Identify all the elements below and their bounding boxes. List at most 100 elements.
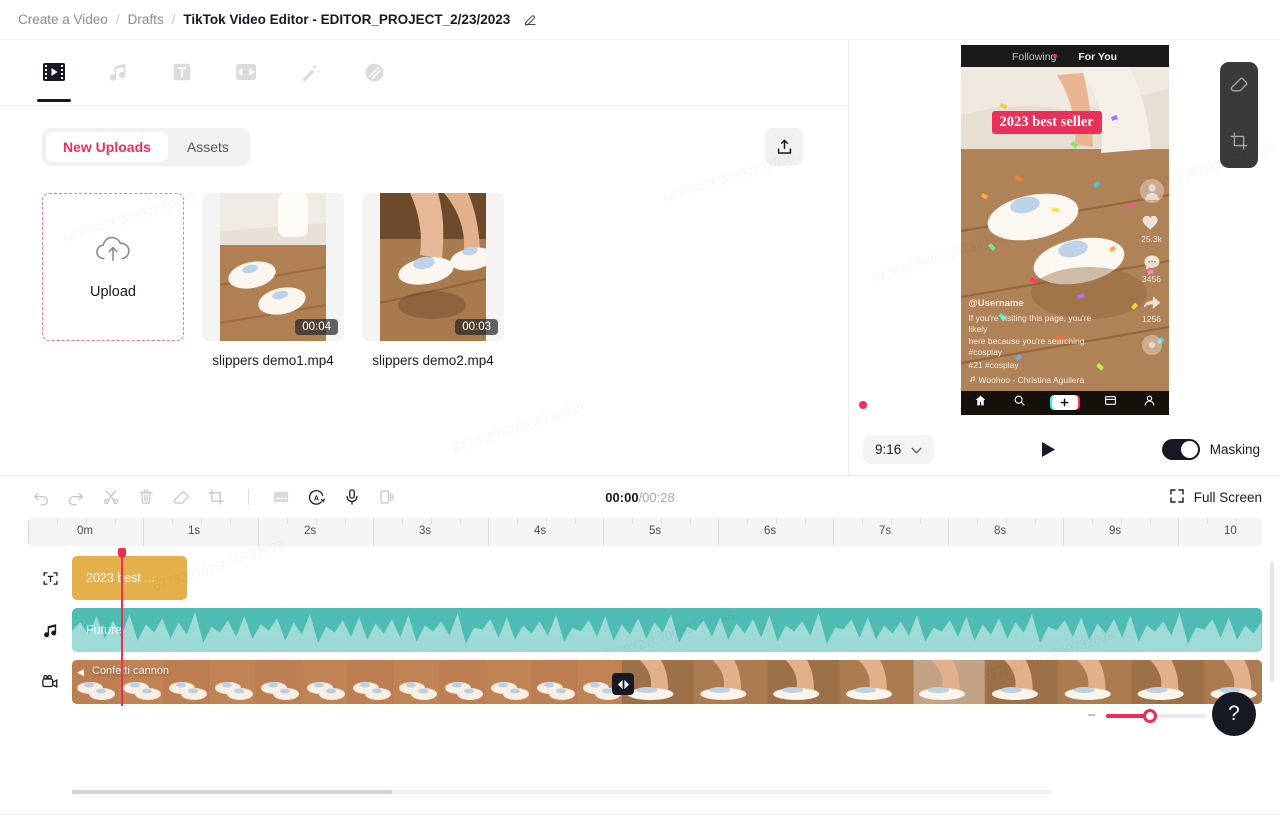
caption-line-2: here because you're searching. #cosplay (968, 335, 1087, 358)
expand-icon (1169, 488, 1185, 507)
audio-clip-label: Future (86, 623, 123, 637)
duplicate-icon[interactable] (378, 488, 396, 506)
upload-dropzone[interactable]: Upload (42, 193, 184, 341)
like-button[interactable]: 25.3k (1141, 213, 1162, 244)
create-button-icon (1049, 395, 1080, 410)
transition-handle-icon[interactable] (612, 673, 634, 695)
tiktok-action-rail: 25.3k 3456 1256 (1139, 178, 1165, 357)
cloud-upload-icon (93, 235, 133, 272)
media-filename: slippers demo1.mp4 (212, 353, 334, 368)
duration-badge: 00:04 (295, 319, 338, 335)
upload-cell: Upload (42, 193, 184, 368)
zoom-slider-handle[interactable] (1143, 708, 1157, 723)
crop-icon[interactable] (1229, 131, 1249, 156)
segment-new-uploads[interactable]: New Uploads (46, 132, 168, 162)
timeline-ruler[interactable]: 0m 1s 2s 3s 4s 5s 6s 7s 8s 9s 10 (28, 518, 1262, 546)
video-clip-area: ◀ Confetti cannon (72, 658, 1262, 706)
tab-following: Following (1011, 50, 1057, 63)
track-row-video: ◀ Confetti cannon (28, 658, 1262, 706)
music-title: Woohoo - Christina Aguilera (978, 375, 1085, 386)
video-clip-segment-1[interactable]: ◀ Confetti cannon (72, 660, 622, 704)
scrollbar-thumb[interactable] (72, 790, 392, 794)
tab-sticker[interactable] (228, 55, 264, 101)
total-time: /00:28 (638, 489, 675, 505)
tab-for-you: For You (1078, 50, 1118, 63)
trash-icon[interactable] (137, 488, 155, 506)
text-frame-icon[interactable] (28, 570, 72, 587)
scissors-icon[interactable] (102, 488, 120, 506)
tab-music[interactable] (100, 55, 136, 101)
profile-icon (1143, 394, 1156, 412)
timeline-tool-icons: A (32, 488, 396, 507)
ruler-label: 2s (304, 525, 317, 537)
tab-filters[interactable] (356, 55, 392, 101)
masking-toggle[interactable] (1161, 438, 1200, 460)
video-camera-icon[interactable] (28, 673, 72, 691)
breadcrumb-item-drafts[interactable]: Drafts (128, 12, 164, 27)
caption-line-1: If you're visiting this page, you're lik… (968, 312, 1092, 335)
crop-icon[interactable] (207, 488, 225, 506)
pencil-icon[interactable] (523, 12, 538, 27)
caption-box-icon[interactable] (272, 488, 290, 506)
text-clip[interactable]: 2023 best ... (72, 556, 187, 600)
ruler-label: 0m (77, 525, 93, 537)
preview-side-tools (1220, 62, 1258, 168)
zoom-slider[interactable] (1106, 708, 1206, 723)
video-preview[interactable]: Following For You 2023 best seller 25.3k… (960, 44, 1169, 415)
waveform (72, 612, 1262, 652)
undo-icon[interactable] (32, 488, 50, 506)
auto-caption-icon[interactable]: A (307, 488, 326, 507)
share-button[interactable]: 1256 (1142, 293, 1162, 324)
ruler-label: 4s (534, 525, 547, 537)
breadcrumb-separator: / (171, 12, 176, 27)
audio-clip[interactable]: Future (72, 608, 1262, 652)
eraser-icon[interactable] (172, 488, 190, 506)
audio-clip-area: Future (72, 606, 1262, 654)
zoom-out-button[interactable]: − (1087, 707, 1096, 724)
ruler-label: 8s (994, 525, 1007, 537)
media-item: 00:03 slippers demo2.mp4 (362, 193, 504, 368)
help-button[interactable]: ? (1212, 692, 1256, 736)
comment-button[interactable]: 3456 (1142, 253, 1162, 284)
ruler-label: 6s (764, 525, 777, 537)
tiktok-bottom-nav (960, 390, 1169, 415)
ruler-label: 3s (419, 525, 432, 537)
video-clip-segment-2[interactable] (622, 660, 1262, 704)
eraser-icon[interactable] (1229, 74, 1249, 99)
like-count: 25.3k (1141, 233, 1162, 244)
timeline-toolbar: A 00:00/00:28 Full Screen (0, 476, 1280, 518)
play-icon[interactable] (944, 441, 1151, 458)
clip-collapse-arrow-icon[interactable]: ◀ (77, 667, 84, 678)
text-clip-label: 2023 best ... (86, 571, 155, 585)
segment-assets[interactable]: Assets (170, 132, 246, 162)
tab-text[interactable] (164, 55, 200, 101)
media-thumbnail[interactable]: 00:03 (362, 193, 504, 341)
fullscreen-button[interactable]: Full Screen (1169, 488, 1262, 507)
text-clip-area: 2023 best ... (72, 554, 1262, 602)
tab-video[interactable] (36, 55, 72, 102)
video-clip[interactable]: ◀ Confetti cannon (72, 660, 1262, 704)
home-icon (974, 394, 987, 412)
aspect-ratio-select[interactable]: 9:16 (863, 434, 935, 464)
upload-tray-icon[interactable] (765, 128, 803, 166)
caption-line-3: #21 #cosplay (968, 359, 1019, 370)
breadcrumb-item-create-a-video[interactable]: Create a Video (18, 12, 108, 27)
text-overlay[interactable]: 2023 best seller (991, 110, 1102, 134)
media-thumbnail[interactable]: 00:04 (202, 193, 344, 341)
watermark: 6778327620050732038 (451, 399, 586, 456)
music-note-icon (969, 375, 976, 386)
tab-effects[interactable] (292, 55, 328, 101)
time-display: 00:00/00:28 (605, 490, 674, 505)
timeline-vertical-scrollbar[interactable] (1270, 562, 1274, 682)
question-mark-icon: ? (1228, 702, 1240, 725)
timeline-body: 0m 1s 2s 3s 4s 5s 6s 7s 8s 9s 10 2023 be… (0, 518, 1280, 814)
ruler-label: 5s (649, 525, 662, 537)
timeline-horizontal-scrollbar[interactable] (72, 790, 1052, 794)
music-note-icon[interactable] (28, 622, 72, 639)
avatar (1139, 178, 1165, 204)
current-time: 00:00 (605, 489, 639, 505)
redo-icon[interactable] (67, 488, 85, 506)
library-segmented-control: New Uploads Assets (42, 128, 250, 166)
caption-music: Woohoo - Christina Aguilera (969, 375, 1109, 386)
microphone-icon[interactable] (343, 488, 361, 506)
